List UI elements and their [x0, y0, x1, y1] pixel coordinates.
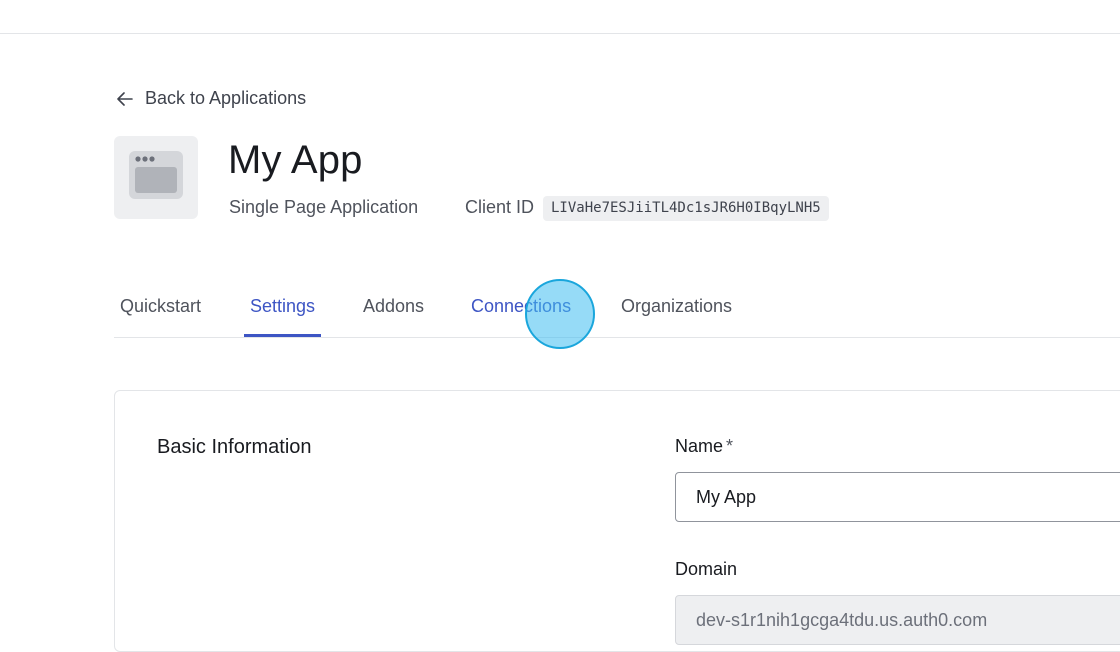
- name-label-text: Name: [675, 436, 724, 456]
- application-tabs: Quickstart Settings Addons Connections O…: [114, 280, 1120, 338]
- arrow-left-icon: [115, 89, 135, 109]
- tab-organizations[interactable]: Organizations: [615, 280, 738, 336]
- name-input[interactable]: [675, 472, 1120, 522]
- top-header-bar: [0, 0, 1120, 34]
- section-title-basic-information: Basic Information: [157, 436, 312, 458]
- required-marker: *: [726, 436, 734, 456]
- tab-settings[interactable]: Settings: [244, 280, 322, 337]
- app-title: My App: [228, 138, 363, 182]
- client-id-label: Client ID: [465, 197, 535, 217]
- app-icon-container: [114, 136, 198, 219]
- tab-connections[interactable]: Connections: [465, 280, 577, 336]
- back-link-label: Back to Applications: [145, 88, 307, 108]
- domain-input[interactable]: [675, 595, 1120, 645]
- client-id-value[interactable]: LIVaHe7ESJiiTL4Dc1sJR6H0IBqyLNH5: [543, 196, 829, 221]
- browser-window-icon: [129, 151, 183, 204]
- back-to-applications-link[interactable]: Back to Applications: [115, 88, 306, 109]
- name-field-label: Name *: [675, 436, 733, 457]
- tab-quickstart[interactable]: Quickstart: [114, 280, 207, 336]
- tab-addons[interactable]: Addons: [357, 280, 430, 336]
- app-type: Single Page Application: [229, 197, 419, 217]
- domain-field-label: Domain: [675, 559, 738, 579]
